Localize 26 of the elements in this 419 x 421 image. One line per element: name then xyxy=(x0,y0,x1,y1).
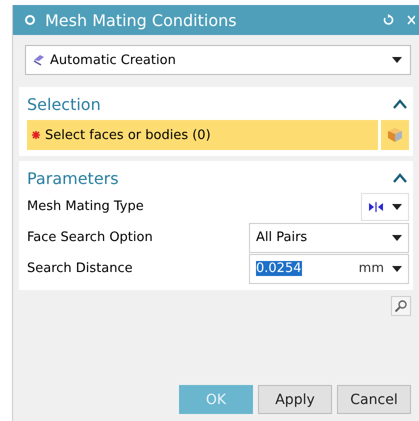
reset-icon[interactable] xyxy=(382,14,394,26)
creation-dropdown[interactable]: Automatic Creation xyxy=(25,45,411,75)
mating-type-icon xyxy=(368,202,384,212)
gear-icon[interactable] xyxy=(24,14,36,26)
selection-prompt[interactable]: Select faces or bodies (0) xyxy=(27,120,378,150)
dialog-button[interactable]: Cancel xyxy=(337,385,411,414)
section-title[interactable]: Selection xyxy=(27,94,101,114)
window-title: Mesh Mating Conditions xyxy=(45,10,238,30)
caret-icon xyxy=(392,204,402,210)
search-icon[interactable] xyxy=(391,296,411,316)
caret-icon xyxy=(392,234,402,240)
field-label: Mesh Mating Type xyxy=(27,199,145,214)
unit-dropdown[interactable]: mm xyxy=(358,261,384,276)
field-label: Face Search Option xyxy=(27,230,154,245)
section-title[interactable]: Parameters xyxy=(27,168,119,188)
caret-icon[interactable] xyxy=(392,266,402,272)
mating-type-dropdown[interactable] xyxy=(361,192,409,220)
dialog-button[interactable]: Apply xyxy=(258,385,332,414)
field-label: Search Distance xyxy=(27,261,134,276)
collapse-icon[interactable] xyxy=(393,173,407,183)
search-option-dropdown[interactable]: All Pairs xyxy=(249,222,409,252)
collapse-icon[interactable] xyxy=(393,99,407,109)
close-icon[interactable] xyxy=(407,14,415,26)
caret-icon xyxy=(392,57,402,63)
distance-input[interactable]: 0.0254 xyxy=(256,261,302,276)
creation-icon xyxy=(32,54,46,66)
